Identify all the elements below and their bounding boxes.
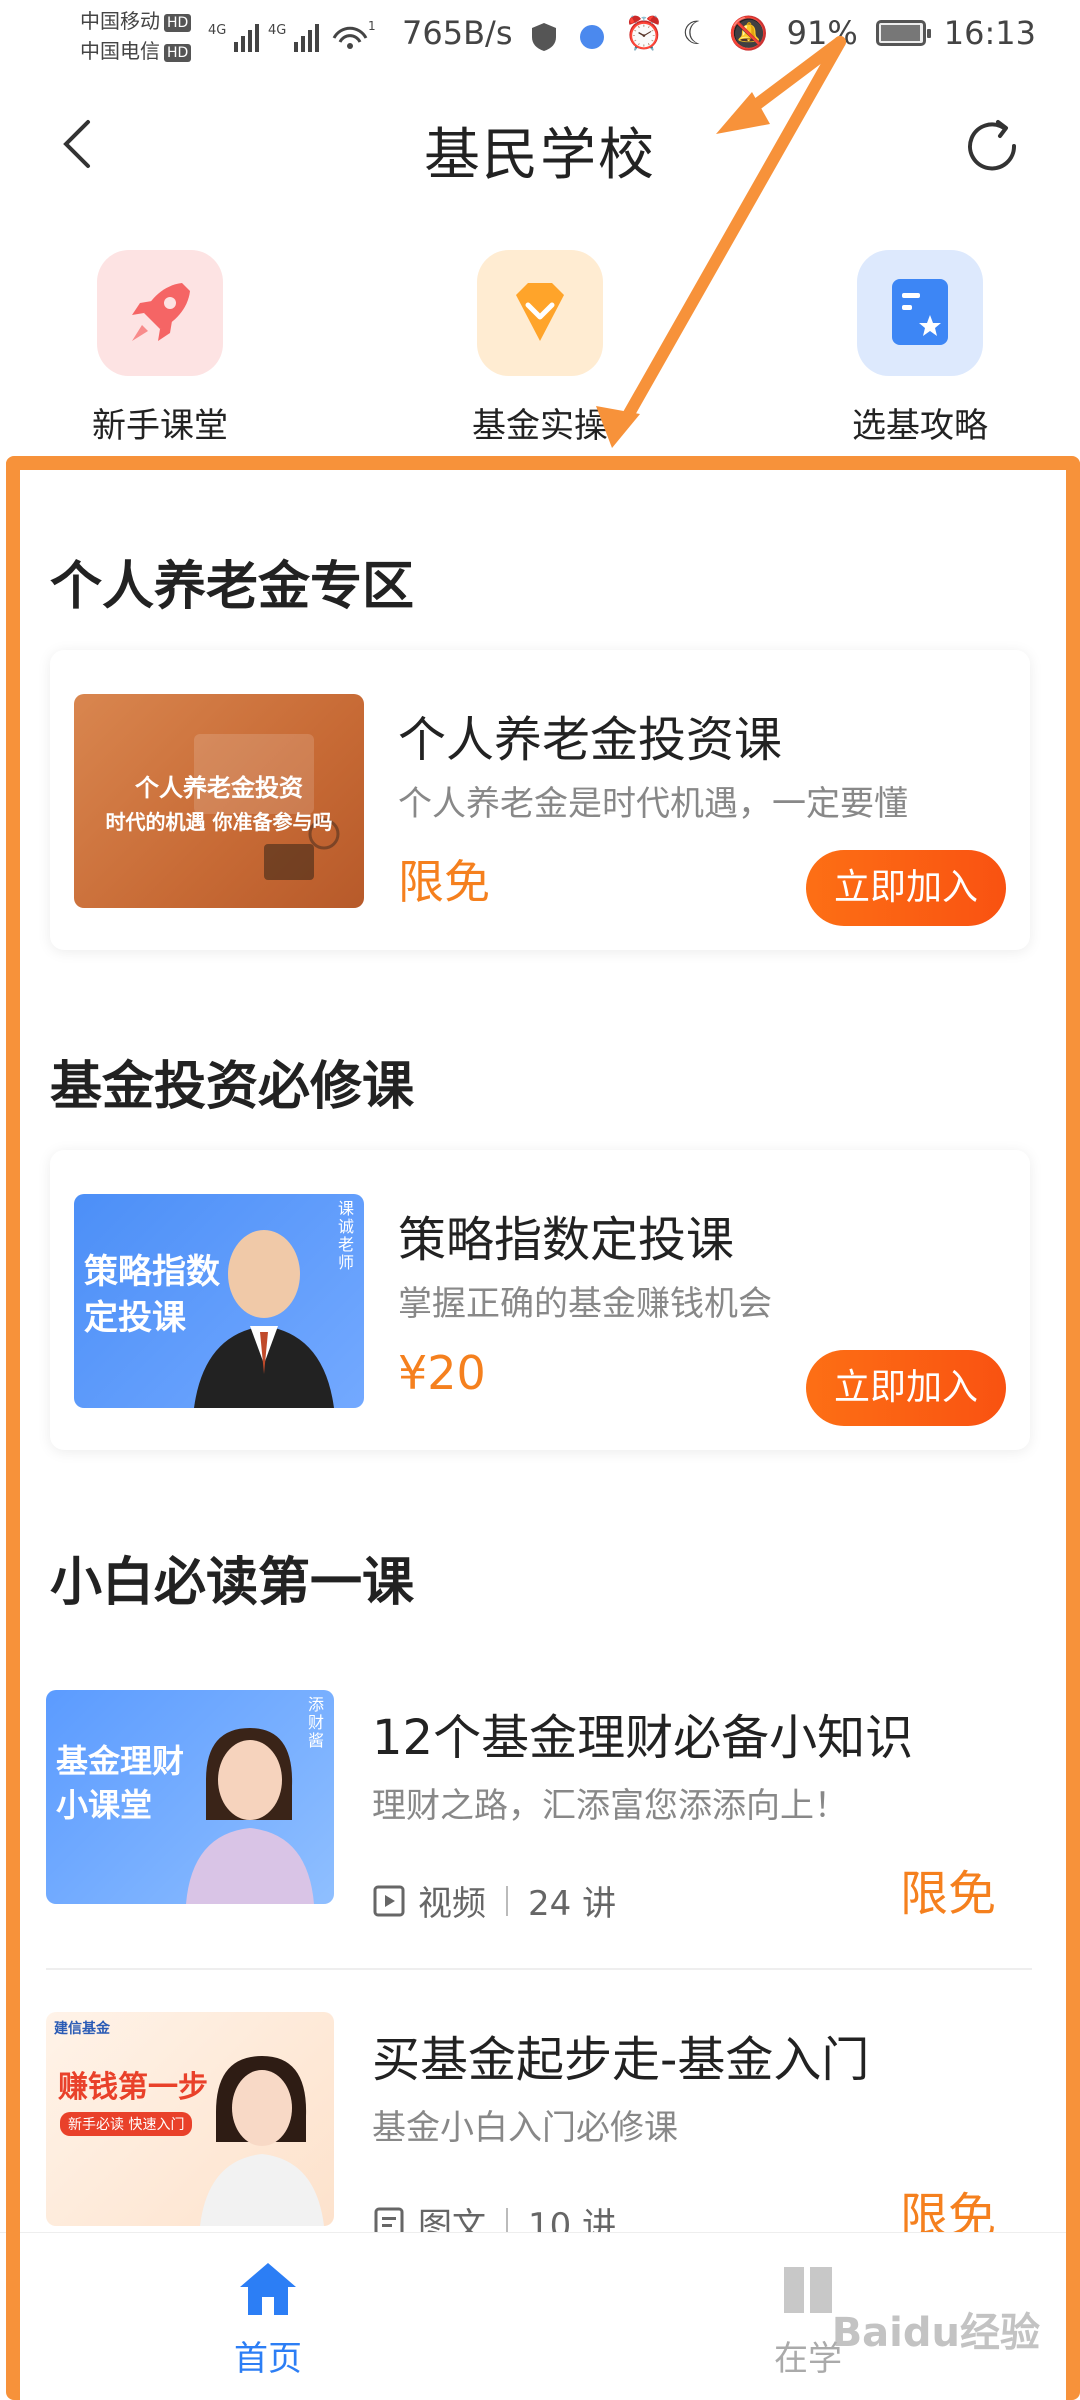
- signal-icon: 4G 4G: [208, 23, 319, 52]
- list-item[interactable]: 基金理财 小课堂 添财酱 12个基金理财必备小知识 理财之路，汇添富您添添向上！…: [46, 1690, 1036, 1950]
- carrier-info: 中国移动 HD 中国电信 HD: [80, 6, 192, 66]
- svg-text:1: 1: [368, 19, 376, 33]
- diamond-icon: [477, 250, 603, 376]
- course-cover: 个人养老金投资 时代的机遇 你准备参与吗: [74, 694, 364, 908]
- quick-entries: 新手课堂 基金实操 选基攻略: [0, 250, 1080, 450]
- course-price: ¥20: [398, 1346, 486, 1400]
- course-cover: 建信基金 赚钱第一步 新手必读 快速入门: [46, 2012, 334, 2226]
- net-speed: 765B/s: [402, 14, 513, 52]
- watermark: Baidu经验: [831, 2310, 1040, 2356]
- course-cover: 策略指数 定投课 课诚老师: [74, 1194, 364, 1408]
- course-price: 限免: [398, 855, 490, 909]
- refresh-button[interactable]: [954, 108, 1030, 184]
- course-price: 限免: [899, 1866, 996, 1922]
- home-icon: [240, 2263, 296, 2315]
- status-bar: 中国移动 HD 中国电信 HD 4G 4G 1 765B/s ⏰ ☾ 🔕 91% 1…: [0, 0, 1080, 76]
- doc-star-icon: [857, 250, 983, 376]
- nav-label: 首页: [234, 2339, 302, 2379]
- course-subtitle: 基金小白入门必修课: [372, 2108, 678, 2148]
- alarm-icon: ⏰: [624, 14, 665, 52]
- course-card-required[interactable]: 策略指数 定投课 课诚老师 策略指数定投课 掌握正确的基金赚钱机会 ¥20 立即…: [50, 1150, 1030, 1450]
- course-subtitle: 个人养老金是时代机遇，一定要懂: [398, 784, 908, 824]
- quick-entry-practice[interactable]: 基金实操: [410, 250, 670, 447]
- section-title-pension: 个人养老金专区: [50, 557, 415, 617]
- header: 基民学校: [0, 90, 1080, 200]
- course-title: 买基金起步走-基金入门: [372, 2032, 870, 2088]
- quick-entry-label: 选基攻略: [852, 406, 988, 446]
- svg-text:4G: 4G: [268, 23, 286, 38]
- divider: [46, 1968, 1032, 1970]
- carrier-2: 中国电信: [80, 39, 160, 63]
- battery-icon: [875, 20, 931, 46]
- mute-icon: 🔕: [728, 14, 769, 52]
- course-meta: 视频 24 讲: [372, 1876, 616, 1925]
- quick-entry-strategy[interactable]: 选基攻略: [790, 250, 1050, 447]
- battery-percent: 91%: [786, 14, 858, 52]
- quick-entry-beginner[interactable]: 新手课堂: [30, 250, 290, 447]
- teacher-avatar: [194, 1230, 334, 1408]
- course-cover: 基金理财 小课堂 添财酱: [46, 1690, 334, 1904]
- svg-text:4G: 4G: [208, 23, 226, 38]
- join-button[interactable]: 立即加入: [806, 1350, 1006, 1426]
- course-subtitle: 掌握正确的基金赚钱机会: [398, 1284, 772, 1324]
- video-icon: [373, 1885, 405, 1916]
- book-icon: [784, 2267, 832, 2313]
- course-title: 12个基金理财必备小知识: [372, 1710, 914, 1766]
- moon-icon: ☾: [682, 14, 711, 52]
- vpn-shield-icon: [532, 23, 604, 51]
- carrier-1: 中国移动: [80, 9, 160, 33]
- quick-entry-label: 基金实操: [472, 406, 608, 446]
- rocket-icon: [97, 250, 223, 376]
- clock: 16:13: [943, 14, 1036, 52]
- quick-entry-label: 新手课堂: [92, 406, 228, 446]
- course-card-pension[interactable]: 个人养老金投资 时代的机遇 你准备参与吗 个人养老金投资课 个人养老金是时代机遇…: [50, 650, 1030, 950]
- status-right: ⏰ ☾ 🔕 91% 16:13: [624, 14, 1036, 52]
- host-avatar: [186, 1728, 314, 1904]
- course-subtitle: 理财之路，汇添富您添添向上！: [372, 1786, 848, 1826]
- page-title: 基民学校: [424, 123, 656, 188]
- section-title-beginner: 小白必读第一课: [50, 1553, 415, 1613]
- nav-home[interactable]: 首页: [168, 2257, 368, 2380]
- host-avatar: [200, 2056, 324, 2226]
- join-button[interactable]: 立即加入: [806, 850, 1006, 926]
- course-title: 策略指数定投课: [398, 1212, 735, 1268]
- wifi-icon: 1: [332, 19, 376, 49]
- section-title-required: 基金投资必修课: [50, 1057, 415, 1117]
- course-title: 个人养老金投资课: [398, 712, 783, 768]
